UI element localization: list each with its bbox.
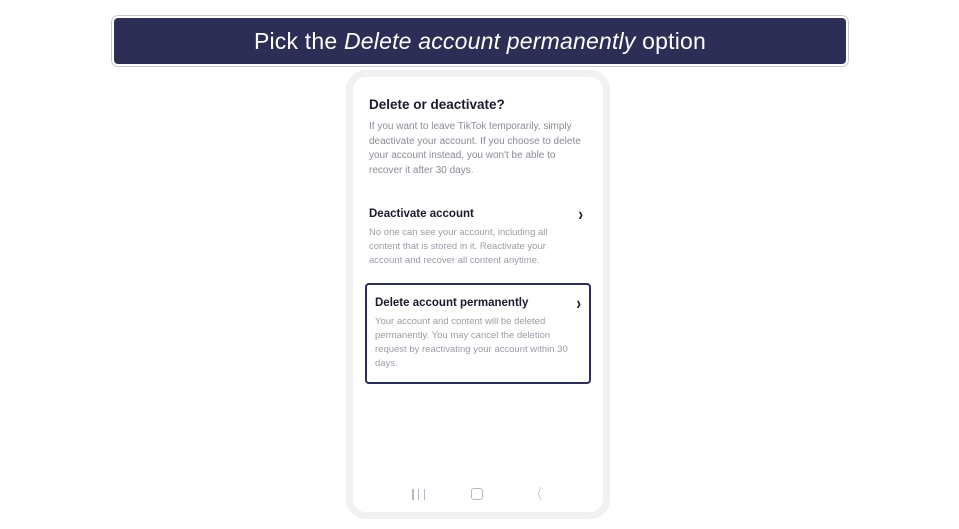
page-title: Delete or deactivate? [369, 97, 587, 112]
phone-screen: Delete or deactivate? If you want to lea… [353, 77, 603, 512]
phone-frame: Delete or deactivate? If you want to lea… [346, 70, 610, 519]
instruction-banner: Pick the Delete account permanently opti… [112, 16, 848, 66]
back-icon[interactable]: 〈 [532, 484, 542, 504]
delete-title: Delete account permanently [375, 297, 528, 309]
deactivate-title: Deactivate account [369, 208, 474, 220]
chevron-right-icon: › [576, 293, 581, 314]
deactivate-desc: No one can see your account, including a… [369, 226, 583, 267]
banner-text-prefix: Pick the [254, 28, 344, 54]
delete-desc: Your account and content will be deleted… [375, 315, 581, 370]
option-delete-account-permanently[interactable]: Delete account permanently › Your accoun… [365, 283, 591, 384]
home-icon[interactable] [471, 488, 483, 500]
recent-apps-icon[interactable] [412, 489, 425, 500]
chevron-right-icon: › [578, 204, 583, 225]
android-navigation-bar: 〈 [353, 480, 603, 508]
banner-text-italic: Delete account permanently [344, 28, 636, 54]
option-deactivate-account[interactable]: Deactivate account › No one can see your… [369, 196, 587, 277]
page-intro: If you want to leave TikTok temporarily,… [369, 120, 587, 178]
banner-text-suffix: option [636, 28, 706, 54]
